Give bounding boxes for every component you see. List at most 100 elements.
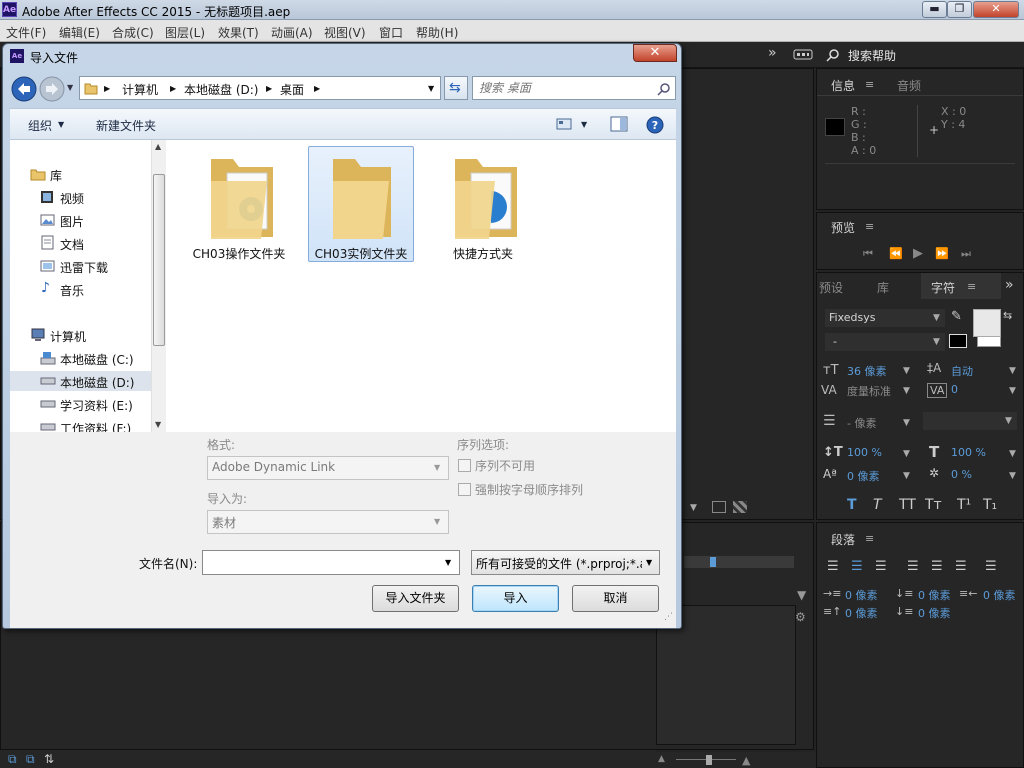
kerning-value[interactable]: 度量标准 [847,383,891,399]
nav-thunder-downloads[interactable]: 迅雷下载 [10,256,150,276]
menu-edit[interactable]: 编辑(E) [59,24,100,41]
import-button[interactable]: 导入 [472,585,559,612]
help-icon[interactable]: ? [646,116,664,134]
folder-item[interactable]: 快捷方式夹 [430,146,536,262]
search-icon[interactable] [657,82,671,96]
force-alphabetical-checkbox[interactable] [458,483,471,496]
tracking-value[interactable]: 0 [951,383,958,396]
address-dropdown-icon[interactable]: ▼ [428,84,434,93]
nav-scroll-thumb[interactable] [153,174,165,346]
nav-libraries[interactable]: 库 [10,164,150,184]
timeline-work-area[interactable] [684,556,794,568]
dialog-close-button[interactable]: ✕ [633,44,677,62]
panel-menu-icon[interactable]: ≡ [967,280,976,293]
menu-effect[interactable]: 效果(T) [218,24,259,41]
import-as-select[interactable]: 素材 ▼ [207,510,449,534]
chevron-down-icon[interactable]: ▼ [903,386,910,396]
first-frame-icon[interactable]: ⏮ [863,247,873,261]
region-toggle-icon[interactable] [712,501,726,513]
tab-character[interactable]: 字符 [931,279,955,296]
menu-layer[interactable]: 图层(L) [165,24,205,41]
scroll-down-icon[interactable]: ▼ [155,420,161,429]
cancel-button[interactable]: 取消 [572,585,659,612]
font-style-select[interactable]: - ▼ [825,333,945,351]
space-after-value[interactable]: 0 像素 [918,605,951,621]
chevron-down-icon[interactable]: ▼ [1009,449,1016,459]
preview-pane-icon[interactable] [610,116,628,132]
back-button[interactable] [11,76,37,102]
search-icon[interactable] [826,48,840,62]
menu-view[interactable]: 视图(V) [324,24,366,41]
indent-first-value[interactable]: 0 像素 [918,587,951,603]
prev-frame-icon[interactable]: ⏪ [889,247,903,260]
faux-bold-button[interactable]: T [847,497,857,513]
sequence-checkbox[interactable] [458,459,471,472]
transfer-controls-icon[interactable]: ⧉ [26,752,35,767]
next-frame-icon[interactable]: ⏩ [935,247,949,260]
nav-computer[interactable]: 计算机 [10,325,150,345]
format-select[interactable]: Adobe Dynamic Link ▼ [207,456,449,480]
font-size-value[interactable]: 36 像素 [847,363,887,379]
align-left-icon[interactable]: ☰ [827,559,839,574]
keyboard-icon[interactable] [793,48,813,61]
transparency-grid-icon[interactable] [733,501,747,513]
menu-help[interactable]: 帮助(H) [416,24,458,41]
justify-left-icon[interactable]: ☰ [907,559,919,574]
panel-overflow-icon[interactable]: » [1005,277,1014,293]
chevron-down-icon[interactable]: ▼ [903,366,910,376]
stroke-width-value[interactable]: - 像素 [847,415,876,431]
restore-button[interactable]: ❐ [947,1,972,18]
eyedropper-icon[interactable]: ✎ [951,309,962,324]
tab-audio[interactable]: 音频 [897,77,921,94]
chevron-down-icon[interactable]: ▼ [58,120,64,129]
leading-value[interactable]: 自动 [951,363,973,379]
resize-grip-icon[interactable]: ⋰ [664,612,673,622]
breadcrumb-separator-icon[interactable]: ▶ [170,84,176,93]
app-close-button[interactable]: ✕ [973,1,1019,18]
organize-menu[interactable]: 组织 [28,117,52,134]
nav-drive-f[interactable]: 工作资料 (F:) [10,417,150,432]
menu-composition[interactable]: 合成(C) [112,24,154,41]
comp-button-icon[interactable]: ⚙ [795,610,806,624]
address-bar[interactable]: ▶ 计算机 ▶ 本地磁盘 (D:) ▶ 桌面 ▶ ▼ [79,76,441,100]
view-options-icon[interactable] [556,117,572,131]
zoom-in-icon[interactable]: ▲ [742,754,750,767]
filename-input[interactable]: ▼ [202,550,460,575]
nav-drive-c[interactable]: 本地磁盘 (C:) [10,348,150,368]
black-white-swatch[interactable] [949,334,967,348]
magnification-caret[interactable]: ▼ [690,503,697,513]
nav-documents[interactable]: 文档 [10,233,150,253]
search-help-label[interactable]: 搜索帮助 [848,47,896,64]
breadcrumb-separator-icon[interactable]: ▶ [104,84,110,93]
faux-italic-button[interactable]: T [873,497,882,513]
menu-file[interactable]: 文件(F) [6,24,46,41]
timeline-marker-icon[interactable]: ▼ [797,588,806,602]
nav-pictures[interactable]: 图片 [10,210,150,230]
fill-color-swatch[interactable] [973,309,1001,337]
stroke-style-select[interactable]: ▼ [923,412,1017,430]
breadcrumb-separator-icon[interactable]: ▶ [314,84,320,93]
superscript-button[interactable]: T¹ [957,497,971,513]
space-before-value[interactable]: 0 像素 [845,605,878,621]
small-caps-button[interactable]: Tт [925,497,942,513]
baseline-shift-value[interactable]: 0 像素 [847,468,880,484]
play-icon[interactable]: ▶ [913,246,923,261]
nav-music[interactable]: ♪ 音乐 [10,279,150,299]
swap-colors-icon[interactable]: ⇆ [1003,309,1012,322]
folder-item[interactable]: CH03操作文件夹 [186,146,292,262]
panel-menu-icon[interactable]: ≡ [865,532,874,545]
vertical-scale-value[interactable]: 100 % [847,446,882,459]
refresh-button[interactable]: ⇆ [444,76,468,100]
font-family-select[interactable]: Fixedsys ▼ [825,309,945,327]
tab-library[interactable]: 库 [877,279,889,296]
nav-drive-e[interactable]: 学习资料 (E:) [10,394,150,414]
last-frame-icon[interactable]: ⏭ [961,247,971,261]
chevron-down-icon[interactable]: ▼ [903,471,910,481]
chevron-down-icon[interactable]: ▼ [903,418,910,428]
chevron-down-icon[interactable]: ▼ [1009,366,1016,376]
layer-switches-icon[interactable]: ⧉ [8,752,17,767]
scroll-up-icon[interactable]: ▲ [155,142,161,151]
search-input[interactable] [479,80,649,96]
breadcrumb-drive-d[interactable]: 本地磁盘 (D:) [184,81,258,98]
toolbar-overflow-icon[interactable]: » [768,45,777,61]
